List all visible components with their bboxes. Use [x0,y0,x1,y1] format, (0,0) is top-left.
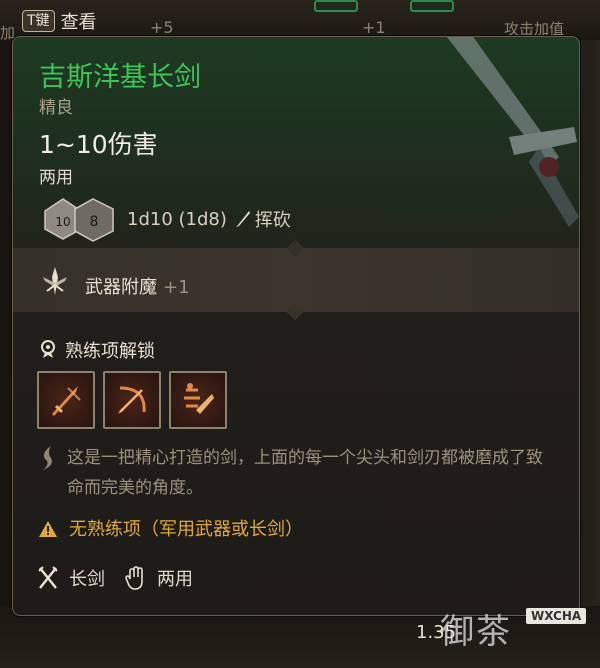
action-sword-strike[interactable] [37,371,95,429]
proficiency-warning: 无熟练项（军用武器或长剑） [69,519,303,540]
warning-icon [39,521,57,537]
item-rarity: 精良 [39,98,73,118]
enchant-label: 武器附魔 +1 [85,273,190,299]
weapon-type-label: 长剑 [69,569,105,590]
dice-icon: 10 8 [44,198,114,242]
bg-stat-number: +1 [362,18,386,37]
handedness-label: 两用 [157,569,193,590]
watermark-badge: WXCHA [526,608,587,624]
quill-icon [43,446,52,470]
hand-icon [125,566,143,590]
proficiency-unlock-icon [41,340,55,358]
dice-face: 8 [90,214,99,230]
damage-type: 挥砍 [254,210,291,231]
proficiency-title: 熟练项解锁 [65,341,155,362]
damage-dice-row: 10 8 1d10 (1d8) 挥砍 [41,195,291,243]
item-damage: 1~10伤害 [39,130,158,159]
dice-face: 10 [55,215,70,229]
item-handedness: 两用 [39,168,73,188]
item-description: 这是一把精心打造的剑，上面的每一个尖头和剑刃都被磨成了致命而完美的角度。 [67,448,543,498]
sword-strike-icon [52,386,81,416]
action-bow-slash[interactable] [103,371,161,429]
dice-formula: 1d10 (1d8) [127,208,227,230]
inventory-slot[interactable] [314,0,358,12]
rush-attack-icon [184,383,214,414]
inventory-slot[interactable] [410,0,454,12]
bow-slash-icon [118,386,146,414]
enchant-icon [43,267,67,295]
key-hint-label: 查看 [60,12,97,33]
sword-artwork-icon [446,37,579,227]
bg-stat-number: +5 [150,18,174,37]
key-badge: T键 [22,10,55,32]
crossed-swords-icon [38,566,58,589]
side-panel-bg [578,40,600,660]
weapon-properties: 长剑 两用 [37,565,213,591]
enchant-value: +1 [163,277,190,298]
item-tooltip: 吉斯洋基长剑 精良 1~10伤害 两用 10 8 1d10 (1d8) 挥砍 武… [12,36,580,616]
slashing-icon [235,211,250,227]
enchant-name: 武器附魔 [85,277,157,298]
item-name: 吉斯洋基长剑 [39,62,201,93]
proficiency-actions [37,371,227,429]
action-rush-attack[interactable] [169,371,227,429]
watermark-text: 御茶 [440,612,512,652]
examine-key-hint[interactable]: T键 查看 [22,8,97,34]
